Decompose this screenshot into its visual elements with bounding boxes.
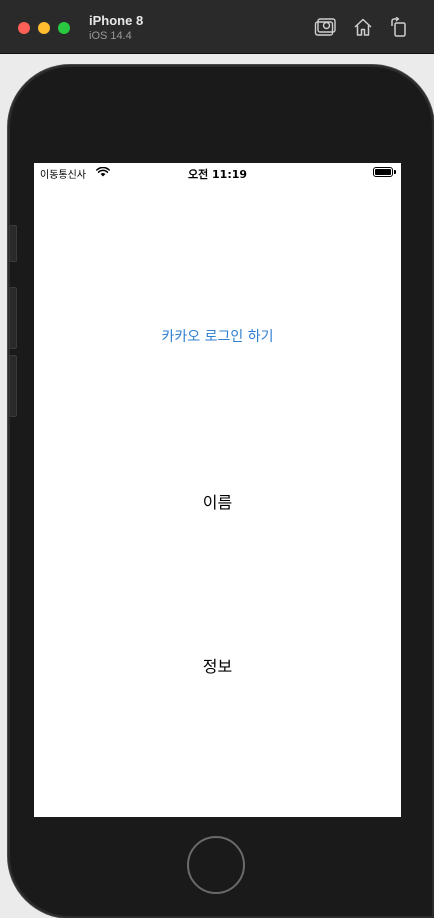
volume-down-button[interactable] [9, 355, 17, 417]
status-time: 오전 11:19 [187, 168, 248, 181]
name-label: 이름 [202, 493, 233, 512]
battery-cap [394, 170, 396, 174]
screenshot-icon [314, 18, 336, 36]
device-name: iPhone 8 [89, 13, 144, 28]
home-icon [354, 18, 372, 36]
zoom-window-button[interactable] [58, 22, 70, 34]
device-screen: 이동통신사 오전 11:19 카카오 로그인 하기 이름 정보 [34, 163, 401, 817]
simulator-titlebar: iPhone 8 iOS 14.4 [0, 0, 434, 54]
volume-up-button[interactable] [9, 287, 17, 349]
info-label: 정보 [202, 657, 233, 676]
minimize-window-button[interactable] [38, 22, 50, 34]
os-version: iOS 14.4 [89, 30, 132, 42]
battery-icon [373, 167, 393, 177]
mute-switch[interactable] [9, 225, 17, 262]
kakao-login-button[interactable]: 카카오 로그인 하기 [34, 326, 401, 346]
rotate-icon [391, 17, 406, 37]
screenshot-button[interactable] [314, 16, 336, 38]
status-bar: 이동통신사 오전 11:19 [34, 163, 401, 183]
battery-level [375, 169, 391, 175]
close-window-button[interactable] [18, 22, 30, 34]
device-home-button[interactable] [187, 836, 245, 894]
home-button[interactable] [352, 16, 374, 38]
rotate-button[interactable] [388, 16, 410, 38]
